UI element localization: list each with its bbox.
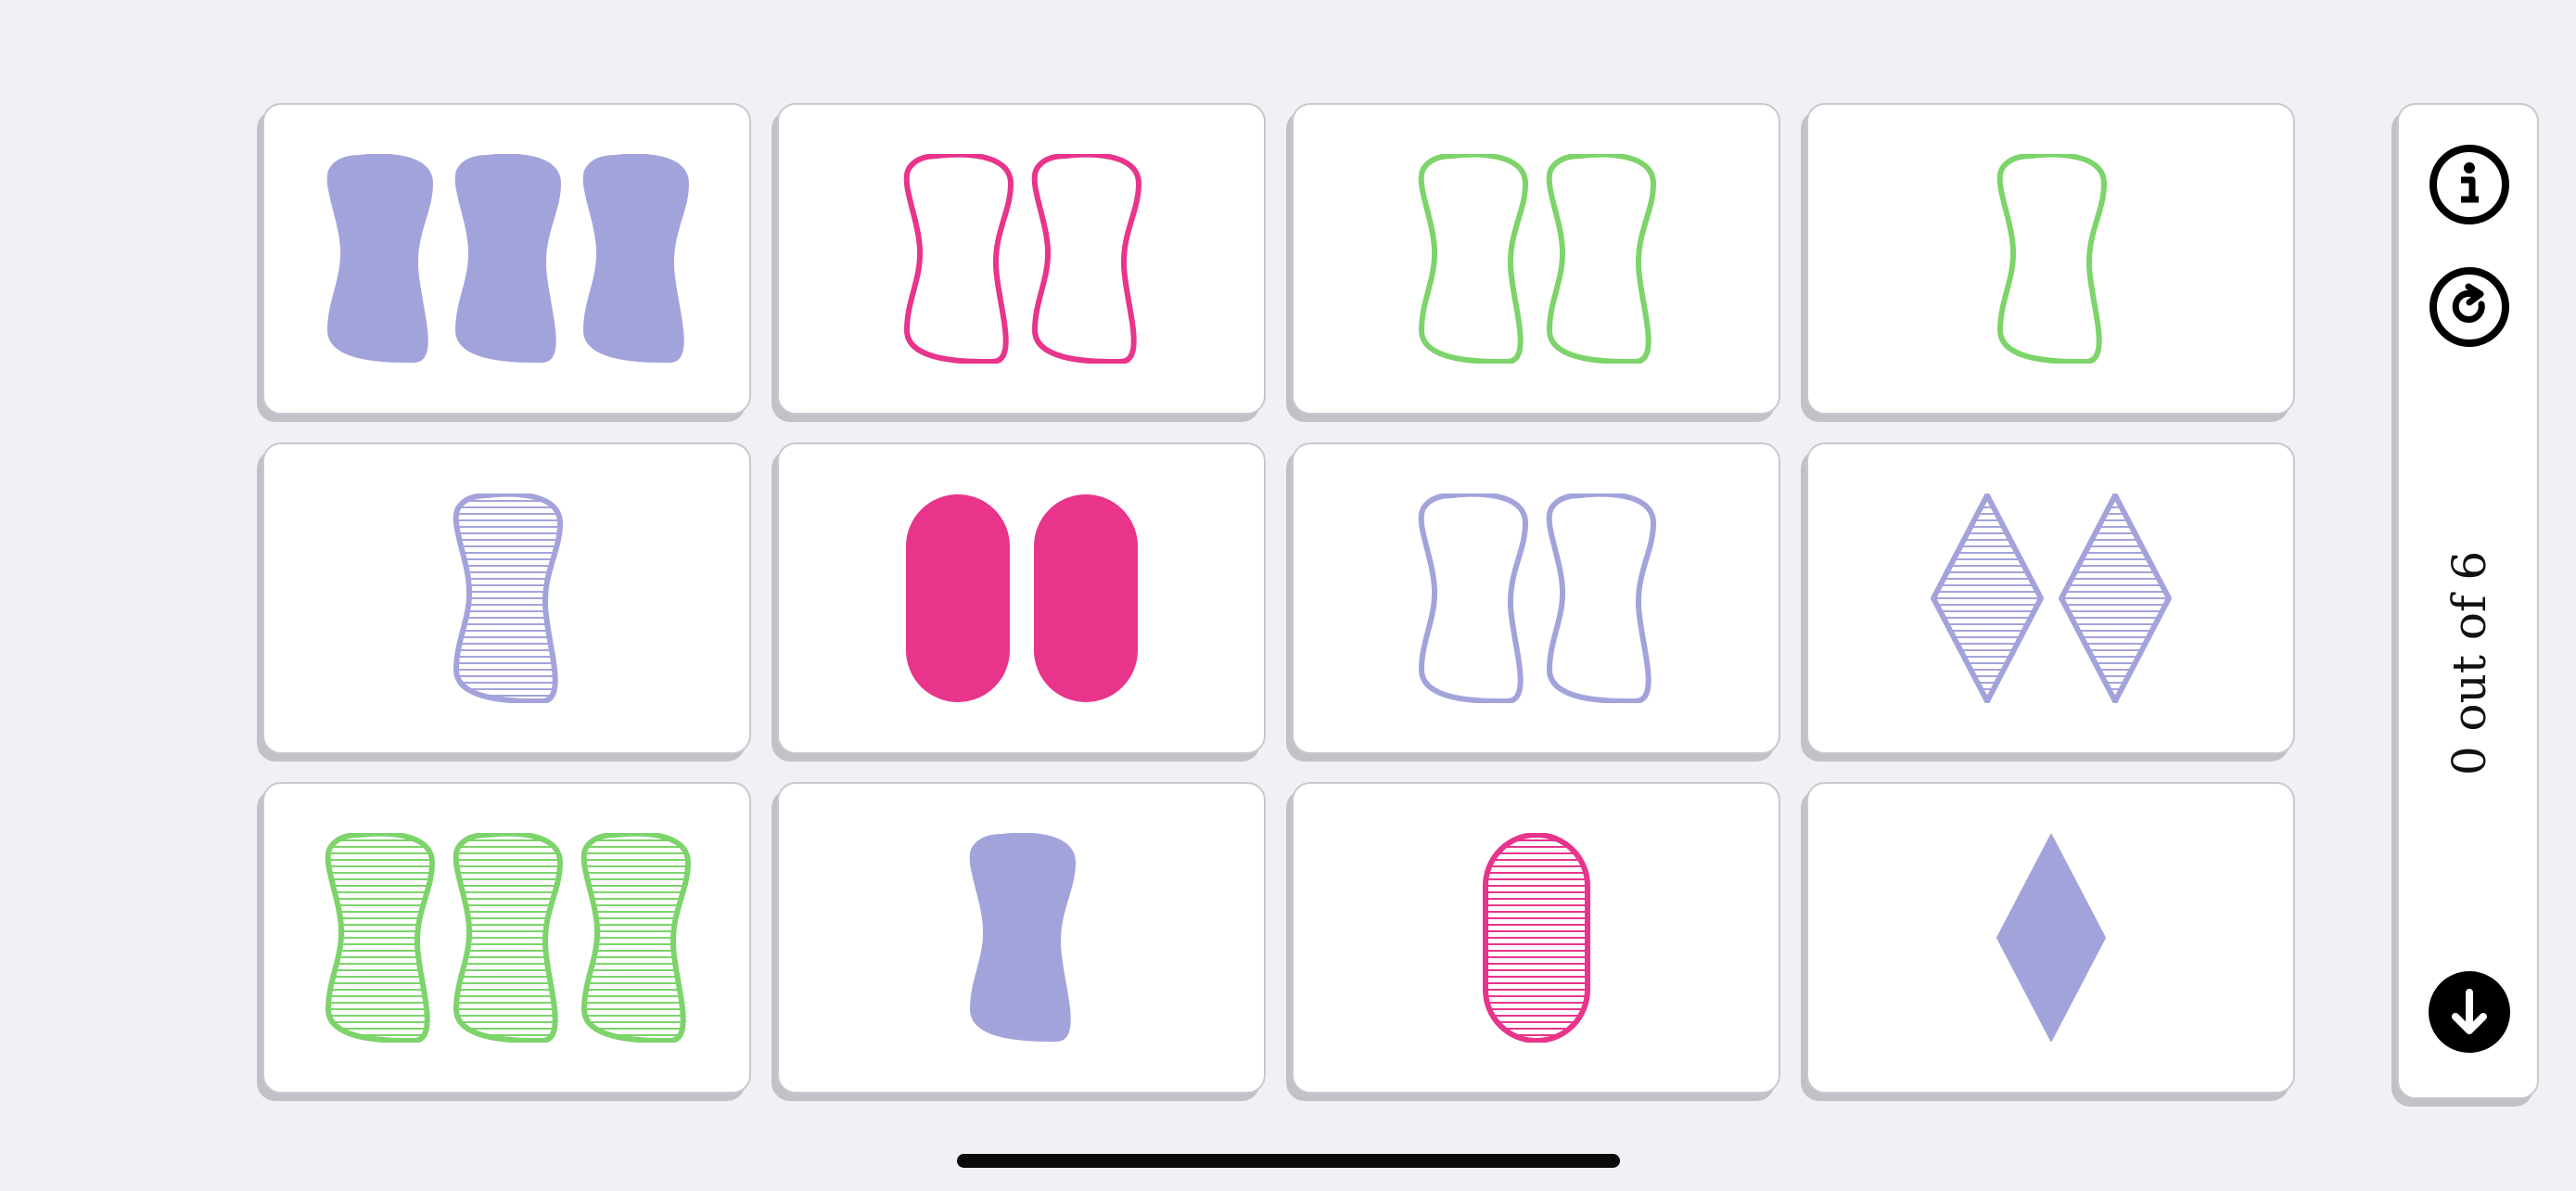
diamond-symbol-group <box>1996 834 2106 1042</box>
card[interactable] <box>777 103 1266 415</box>
squiggle-symbol <box>903 154 1014 364</box>
squiggle-symbol-group <box>453 493 563 703</box>
card[interactable] <box>1806 782 2295 1094</box>
squiggle-symbol <box>1031 154 1141 364</box>
squiggle-symbol <box>1418 493 1528 703</box>
squiggle-symbol-group <box>903 154 1141 364</box>
card[interactable] <box>1292 782 1780 1094</box>
diamond-symbol <box>1996 834 2106 1042</box>
home-indicator-bar <box>957 1154 1620 1168</box>
card[interactable] <box>777 442 1266 754</box>
diamond-symbol <box>1930 493 2044 703</box>
squiggle-symbol-group <box>1418 493 1656 703</box>
card[interactable] <box>1292 442 1780 754</box>
download-button[interactable] <box>2428 970 2511 1054</box>
squiggle-symbol <box>1418 154 1528 364</box>
card[interactable] <box>1292 103 1780 415</box>
diamond-symbol-group <box>1930 493 2172 703</box>
squiggle-symbol <box>969 833 1076 1043</box>
squiggle-symbol <box>582 154 689 364</box>
squiggle-symbol-group <box>1996 154 2107 364</box>
arrow-down-circle-icon <box>2429 971 2510 1053</box>
squiggle-symbol <box>325 833 435 1043</box>
score-counter: 0 out of 6 <box>2442 550 2496 776</box>
restart-circle-icon <box>2429 267 2509 347</box>
card[interactable] <box>262 782 751 1094</box>
oval-symbol <box>1482 833 1590 1043</box>
oval-symbol-group <box>905 494 1138 702</box>
squiggle-symbol <box>1996 154 2107 364</box>
squiggle-symbol <box>1546 493 1656 703</box>
squiggle-symbol <box>454 154 561 364</box>
squiggle-symbol-group <box>1418 154 1656 364</box>
squiggle-symbol-group <box>969 833 1076 1043</box>
squiggle-symbol <box>580 833 691 1043</box>
squiggle-symbol <box>326 154 433 364</box>
sidebar-panel: 0 out of 6 <box>2397 103 2539 1099</box>
card-board <box>262 103 2295 1094</box>
diamond-symbol <box>2058 493 2172 703</box>
card[interactable] <box>262 442 751 754</box>
squiggle-symbol <box>453 493 563 703</box>
info-button[interactable] <box>2428 143 2511 226</box>
oval-symbol <box>1033 494 1138 702</box>
squiggle-symbol-group <box>325 833 691 1043</box>
card[interactable] <box>1806 442 2295 754</box>
oval-symbol <box>905 494 1010 702</box>
card[interactable] <box>1806 103 2295 415</box>
restart-button[interactable] <box>2428 265 2511 349</box>
card[interactable] <box>777 782 1266 1094</box>
card[interactable] <box>262 103 751 415</box>
squiggle-symbol <box>453 833 563 1043</box>
squiggle-symbol-group <box>326 154 689 364</box>
squiggle-symbol <box>1546 154 1656 364</box>
oval-symbol-group <box>1482 833 1590 1043</box>
info-circle-icon <box>2429 145 2509 224</box>
